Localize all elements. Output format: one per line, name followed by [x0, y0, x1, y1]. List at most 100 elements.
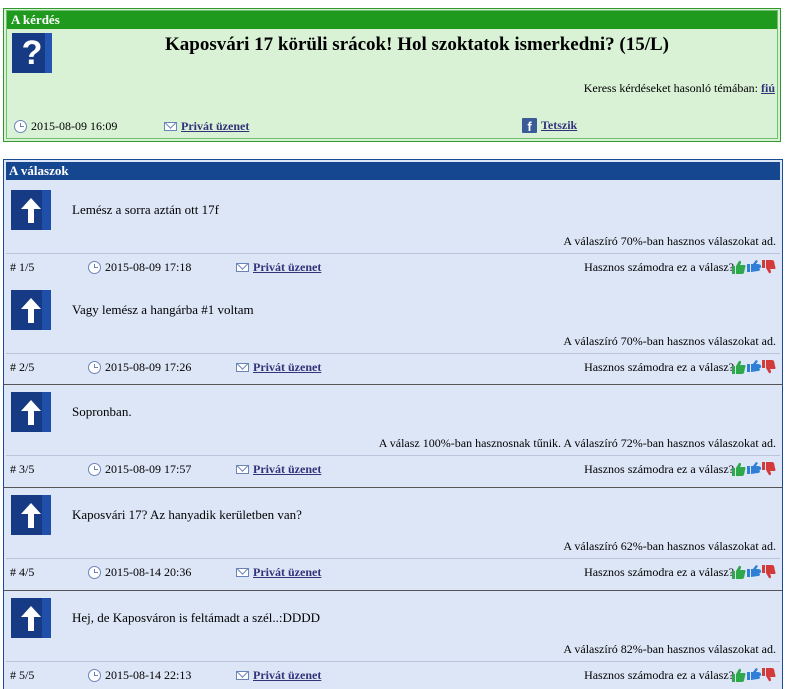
helpful-prompt: Hasznos számodra ez a válasz?	[584, 360, 734, 374]
vote-buttons	[728, 668, 776, 682]
answer-author-info: A válaszíró 82%-ban hasznos válaszokat a…	[563, 642, 776, 656]
answer-author-info: A válaszíró 70%-ban hasznos válaszokat a…	[563, 234, 776, 248]
envelope-icon	[236, 568, 249, 577]
vote-buttons	[728, 360, 776, 374]
helpful-vote: Hasznos számodra ez a válasz?	[584, 565, 734, 580]
thumb-up-icon[interactable]	[732, 260, 746, 274]
thumb-down-icon[interactable]	[762, 360, 776, 374]
answer-date-text: 2015-08-09 17:18	[105, 260, 192, 274]
answer-text: Hej, de Kaposváron is feltámadt a szél..…	[72, 610, 321, 625]
answer-item: Kaposvári 17? Az hanyadik kerületben van…	[4, 487, 782, 591]
answer-date: 2015-08-14 22:13	[88, 668, 191, 683]
envelope-icon	[236, 671, 249, 680]
private-message-link[interactable]: Privát üzenet	[253, 260, 321, 275]
private-message-link[interactable]: Privát üzenet	[253, 360, 321, 375]
thumb-down-icon[interactable]	[762, 260, 776, 274]
answer-index: # 5/5	[10, 668, 35, 682]
answer-pm: Privát üzenet	[236, 565, 321, 580]
answers-box: A válaszok Lemész a sorra aztán ott 17f …	[3, 159, 783, 689]
question-header: A kérdés	[7, 11, 777, 29]
answer-index: # 2/5	[10, 360, 35, 374]
thumb-neutral-icon[interactable]	[747, 565, 761, 579]
thumb-down-icon[interactable]	[762, 668, 776, 682]
answer-text: Sopronban.	[72, 404, 132, 419]
thumb-neutral-icon[interactable]	[747, 360, 761, 374]
similar-topic-link[interactable]: fiú	[761, 81, 775, 95]
thumb-down-icon[interactable]	[762, 462, 776, 476]
vote-buttons	[728, 462, 776, 476]
question-date-text: 2015-08-09 16:09	[31, 119, 118, 133]
question-pm: Privát üzenet	[164, 119, 249, 134]
thumb-up-icon[interactable]	[732, 462, 746, 476]
helpful-prompt: Hasznos számodra ez a válasz?	[584, 565, 734, 579]
question-title: Kaposvári 17 körüli srácok! Hol szoktato…	[164, 34, 670, 55]
helpful-vote: Hasznos számodra ez a válasz?	[584, 462, 734, 477]
arrow-up-icon	[11, 190, 51, 230]
helpful-vote: Hasznos számodra ez a válasz?	[584, 668, 734, 683]
clock-icon	[88, 566, 101, 579]
answer-date: 2015-08-14 20:36	[88, 565, 191, 580]
thumb-neutral-icon[interactable]	[747, 668, 761, 682]
arrow-up-icon	[11, 290, 51, 330]
answer-date: 2015-08-09 17:18	[88, 260, 191, 275]
answer-index: # 1/5	[10, 260, 35, 274]
answer-author-info: A válaszíró 70%-ban hasznos válaszokat a…	[563, 334, 776, 348]
private-message-link[interactable]: Privát üzenet	[253, 565, 321, 580]
answer-divider	[6, 558, 780, 559]
helpful-prompt: Hasznos számodra ez a válasz?	[584, 260, 734, 274]
like-link[interactable]: Tetszik	[541, 118, 577, 133]
arrow-up-icon	[11, 392, 51, 432]
clock-icon	[88, 361, 101, 374]
question-box: A kérdés ? Kaposvári 17 körüli srácok! H…	[3, 8, 781, 142]
thumb-up-icon[interactable]	[732, 360, 746, 374]
envelope-icon	[236, 363, 249, 372]
answer-index: # 3/5	[10, 462, 35, 476]
answer-divider	[6, 661, 780, 662]
answer-pm: Privát üzenet	[236, 462, 321, 477]
answer-pm: Privát üzenet	[236, 360, 321, 375]
answer-date: 2015-08-09 17:57	[88, 462, 191, 477]
vote-buttons	[728, 565, 776, 579]
private-message-link[interactable]: Privát üzenet	[253, 462, 321, 477]
clock-icon	[88, 261, 101, 274]
answer-date-text: 2015-08-09 17:57	[105, 462, 192, 476]
clock-icon	[88, 669, 101, 682]
envelope-icon	[236, 465, 249, 474]
answer-item: Lemész a sorra aztán ott 17f A válaszíró…	[6, 182, 780, 282]
envelope-icon	[164, 122, 177, 131]
facebook-icon: f	[522, 118, 537, 134]
answer-pm: Privát üzenet	[236, 260, 321, 275]
arrow-up-icon	[11, 495, 51, 535]
answer-item: Hej, de Kaposváron is feltámadt a szél..…	[6, 590, 780, 689]
answer-date: 2015-08-09 17:26	[88, 360, 191, 375]
similar-topics: Keress kérdéseket hasonló témában: fiú	[584, 81, 775, 96]
answer-item: Vagy lemész a hangárba #1 voltam A válas…	[4, 282, 782, 385]
answer-date-text: 2015-08-09 17:26	[105, 360, 192, 374]
answer-index: # 4/5	[10, 565, 35, 579]
answer-text: Lemész a sorra aztán ott 17f	[72, 202, 219, 217]
thumb-up-icon[interactable]	[732, 668, 746, 682]
question-date: 2015-08-09 16:09	[14, 119, 117, 134]
answer-date-text: 2015-08-14 22:13	[105, 668, 192, 682]
similar-topics-label: Keress kérdéseket hasonló témában:	[583, 81, 758, 95]
helpful-vote: Hasznos számodra ez a válasz?	[584, 260, 734, 275]
answer-item: Sopronban. A válasz 100%-ban hasznosnak …	[4, 384, 782, 488]
clock-icon	[14, 120, 27, 133]
thumb-neutral-icon[interactable]	[747, 260, 761, 274]
helpful-vote: Hasznos számodra ez a válasz?	[584, 360, 734, 375]
thumb-down-icon[interactable]	[762, 565, 776, 579]
thumb-up-icon[interactable]	[732, 565, 746, 579]
answer-pm: Privát üzenet	[236, 668, 321, 683]
envelope-icon	[236, 263, 249, 272]
answer-divider	[6, 455, 780, 456]
private-message-link[interactable]: Privát üzenet	[253, 668, 321, 683]
answer-author-info: A válaszíró 62%-ban hasznos válaszokat a…	[563, 539, 776, 553]
helpful-prompt: Hasznos számodra ez a válasz?	[584, 668, 734, 682]
answers-header: A válaszok	[6, 162, 780, 180]
private-message-link[interactable]: Privát üzenet	[181, 119, 249, 134]
answer-text: Vagy lemész a hangárba #1 voltam	[72, 302, 254, 317]
clock-icon	[88, 463, 101, 476]
answer-date-text: 2015-08-14 20:36	[105, 565, 192, 579]
thumb-neutral-icon[interactable]	[747, 462, 761, 476]
answer-text: Kaposvári 17? Az hanyadik kerületben van…	[72, 507, 302, 522]
